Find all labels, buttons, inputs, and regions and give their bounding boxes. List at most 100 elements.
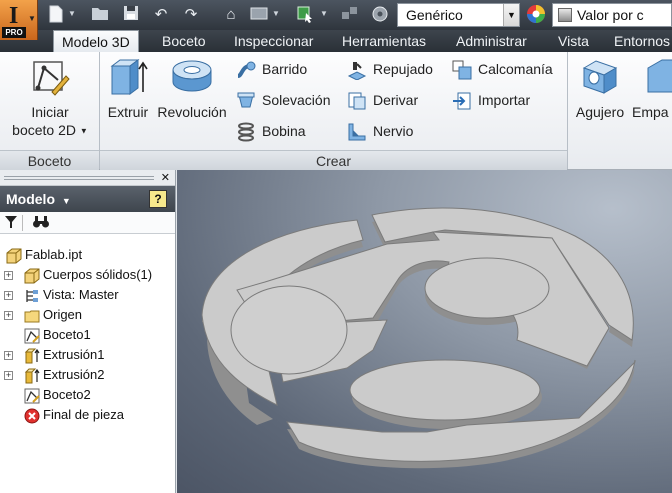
tab-administrar[interactable]: Administrar — [456, 30, 527, 52]
tab-entornos[interactable]: Entornos — [614, 30, 670, 52]
tab-inspeccionar[interactable]: Inspeccionar — [234, 30, 313, 52]
tree-item-label: Vista: Master — [43, 287, 119, 302]
start-sketch-label-line1: Iniciar — [31, 104, 69, 120]
ribbon: Iniciar boceto 2D ▼ Boceto Extruir Revol… — [0, 52, 672, 170]
fablab-model — [201, 207, 636, 469]
tab-modelo-3d[interactable]: Modelo 3D — [53, 30, 139, 52]
revolve-button[interactable]: Revolución — [153, 56, 231, 120]
select-icon[interactable] — [295, 5, 315, 25]
tab-boceto[interactable]: Boceto — [162, 30, 206, 52]
decal-button[interactable]: Calcomanía — [452, 58, 553, 80]
extrusion-icon — [24, 348, 40, 364]
emboss-button[interactable]: Repujado — [347, 58, 433, 81]
grip-lines — [4, 176, 154, 180]
browser-header[interactable]: Modelo ▼ ? — [0, 186, 175, 212]
redo-icon[interactable]: ↷ — [181, 5, 201, 25]
update-icon[interactable] — [249, 5, 269, 25]
revolve-label: Revolución — [157, 104, 227, 120]
tree-item-label: Fablab.ipt — [25, 247, 83, 262]
solid-bodies-icon — [24, 268, 40, 284]
expand-icon[interactable]: + — [4, 271, 13, 280]
sweep-icon — [237, 61, 256, 79]
extrude-icon — [110, 59, 148, 95]
appearance-icon[interactable] — [370, 5, 390, 25]
chevron-down-icon[interactable]: ▼ — [272, 9, 280, 18]
sweep-button[interactable]: Barrido — [236, 58, 307, 80]
tree-item-label: Extrusión1 — [43, 347, 105, 362]
decal-label: Calcomanía — [478, 61, 553, 77]
import-button[interactable]: Importar — [452, 89, 530, 111]
hole-button[interactable]: Agujero — [571, 56, 629, 120]
material-combo[interactable]: Genérico ▼ — [397, 3, 520, 27]
find-icon[interactable] — [32, 215, 50, 232]
emboss-icon — [347, 62, 367, 81]
graphics-viewport[interactable] — [177, 170, 672, 493]
loft-icon — [237, 92, 255, 108]
filter-icon[interactable] — [4, 215, 18, 232]
chevron-down-icon[interactable]: ▼ — [80, 126, 88, 135]
loft-label: Solevación — [262, 92, 331, 108]
browser-title-grip[interactable]: ✕ — [0, 170, 175, 186]
start-2d-sketch-button[interactable]: Iniciar boceto 2D ▼ — [8, 58, 92, 140]
rib-button[interactable]: Nervio — [347, 120, 413, 142]
chevron-down-icon[interactable]: ▼ — [320, 9, 328, 18]
tab-herramientas[interactable]: Herramientas — [342, 30, 426, 52]
new-file-icon[interactable] — [46, 5, 66, 25]
extrusion-icon — [24, 368, 40, 384]
color-wheel-icon[interactable] — [525, 4, 547, 26]
panel-title-boceto: Boceto — [0, 150, 99, 170]
tree-item-label: Extrusión2 — [43, 367, 105, 382]
tree-item-label: Final de pieza — [43, 407, 124, 422]
model-left-head — [230, 285, 348, 375]
panel-divider — [567, 52, 568, 169]
derive-button[interactable]: Derivar — [347, 89, 418, 111]
browser-title: Modelo — [6, 191, 55, 207]
derive-icon — [348, 92, 366, 110]
measure-icon[interactable] — [340, 5, 360, 25]
chevron-down-icon[interactable]: ▼ — [503, 4, 519, 26]
appearance-swatch — [558, 8, 572, 22]
tab-vista[interactable]: Vista — [558, 30, 589, 52]
appearance-combo-value: Valor por c — [577, 7, 644, 23]
sketch-icon — [24, 328, 40, 344]
application-menu-button[interactable]: I PRO ▼ — [0, 0, 38, 40]
chevron-down-icon[interactable]: ▼ — [68, 9, 76, 18]
sketch-icon — [24, 388, 40, 404]
hole-label: Agujero — [575, 104, 625, 120]
start-sketch-label-line2: boceto 2D — [12, 122, 76, 138]
end-of-part-icon — [24, 408, 40, 424]
rib-icon — [348, 123, 366, 141]
appearance-combo[interactable]: Valor por c — [552, 3, 672, 27]
part-file-icon — [6, 248, 22, 264]
home-icon[interactable]: ⌂ — [221, 5, 241, 25]
close-icon[interactable]: ✕ — [161, 170, 170, 186]
quick-access-toolbar: I PRO ▼ ▼ ↶ ↷ ⌂ ▼ ▼ Genérico ▼ Valor por… — [0, 0, 672, 40]
coil-icon — [238, 122, 254, 142]
model-browser: ✕ Modelo ▼ ? Fablab.ipt + Cuerpos sólido… — [0, 170, 176, 493]
expand-icon[interactable]: + — [4, 311, 13, 320]
chevron-down-icon: ▼ — [28, 14, 36, 23]
undo-icon[interactable]: ↶ — [151, 5, 171, 25]
extrude-button[interactable]: Extruir — [104, 56, 152, 120]
folder-icon — [24, 310, 40, 323]
extrude-label: Extruir — [107, 104, 149, 120]
revolve-icon — [172, 60, 212, 92]
view-rep-icon — [26, 290, 38, 302]
import-icon — [453, 92, 471, 110]
expand-icon[interactable]: + — [4, 351, 13, 360]
open-folder-icon[interactable] — [90, 5, 110, 25]
chevron-down-icon[interactable]: ▼ — [62, 196, 71, 206]
tree-item-label: Boceto1 — [43, 327, 91, 342]
panel-title-crear: Crear — [100, 150, 567, 170]
coil-button[interactable]: Bobina — [236, 120, 306, 142]
save-icon[interactable] — [121, 5, 141, 25]
browser-toolbar — [0, 212, 175, 234]
sketch-2d-icon — [33, 61, 70, 96]
loft-button[interactable]: Solevación — [236, 89, 331, 111]
import-label: Importar — [478, 92, 531, 108]
expand-icon[interactable]: + — [4, 371, 13, 380]
expand-icon[interactable]: + — [4, 291, 13, 300]
help-icon[interactable]: ? — [149, 190, 167, 208]
edition-badge: PRO — [2, 27, 26, 38]
fillet-button[interactable]: Empa — [632, 56, 672, 120]
